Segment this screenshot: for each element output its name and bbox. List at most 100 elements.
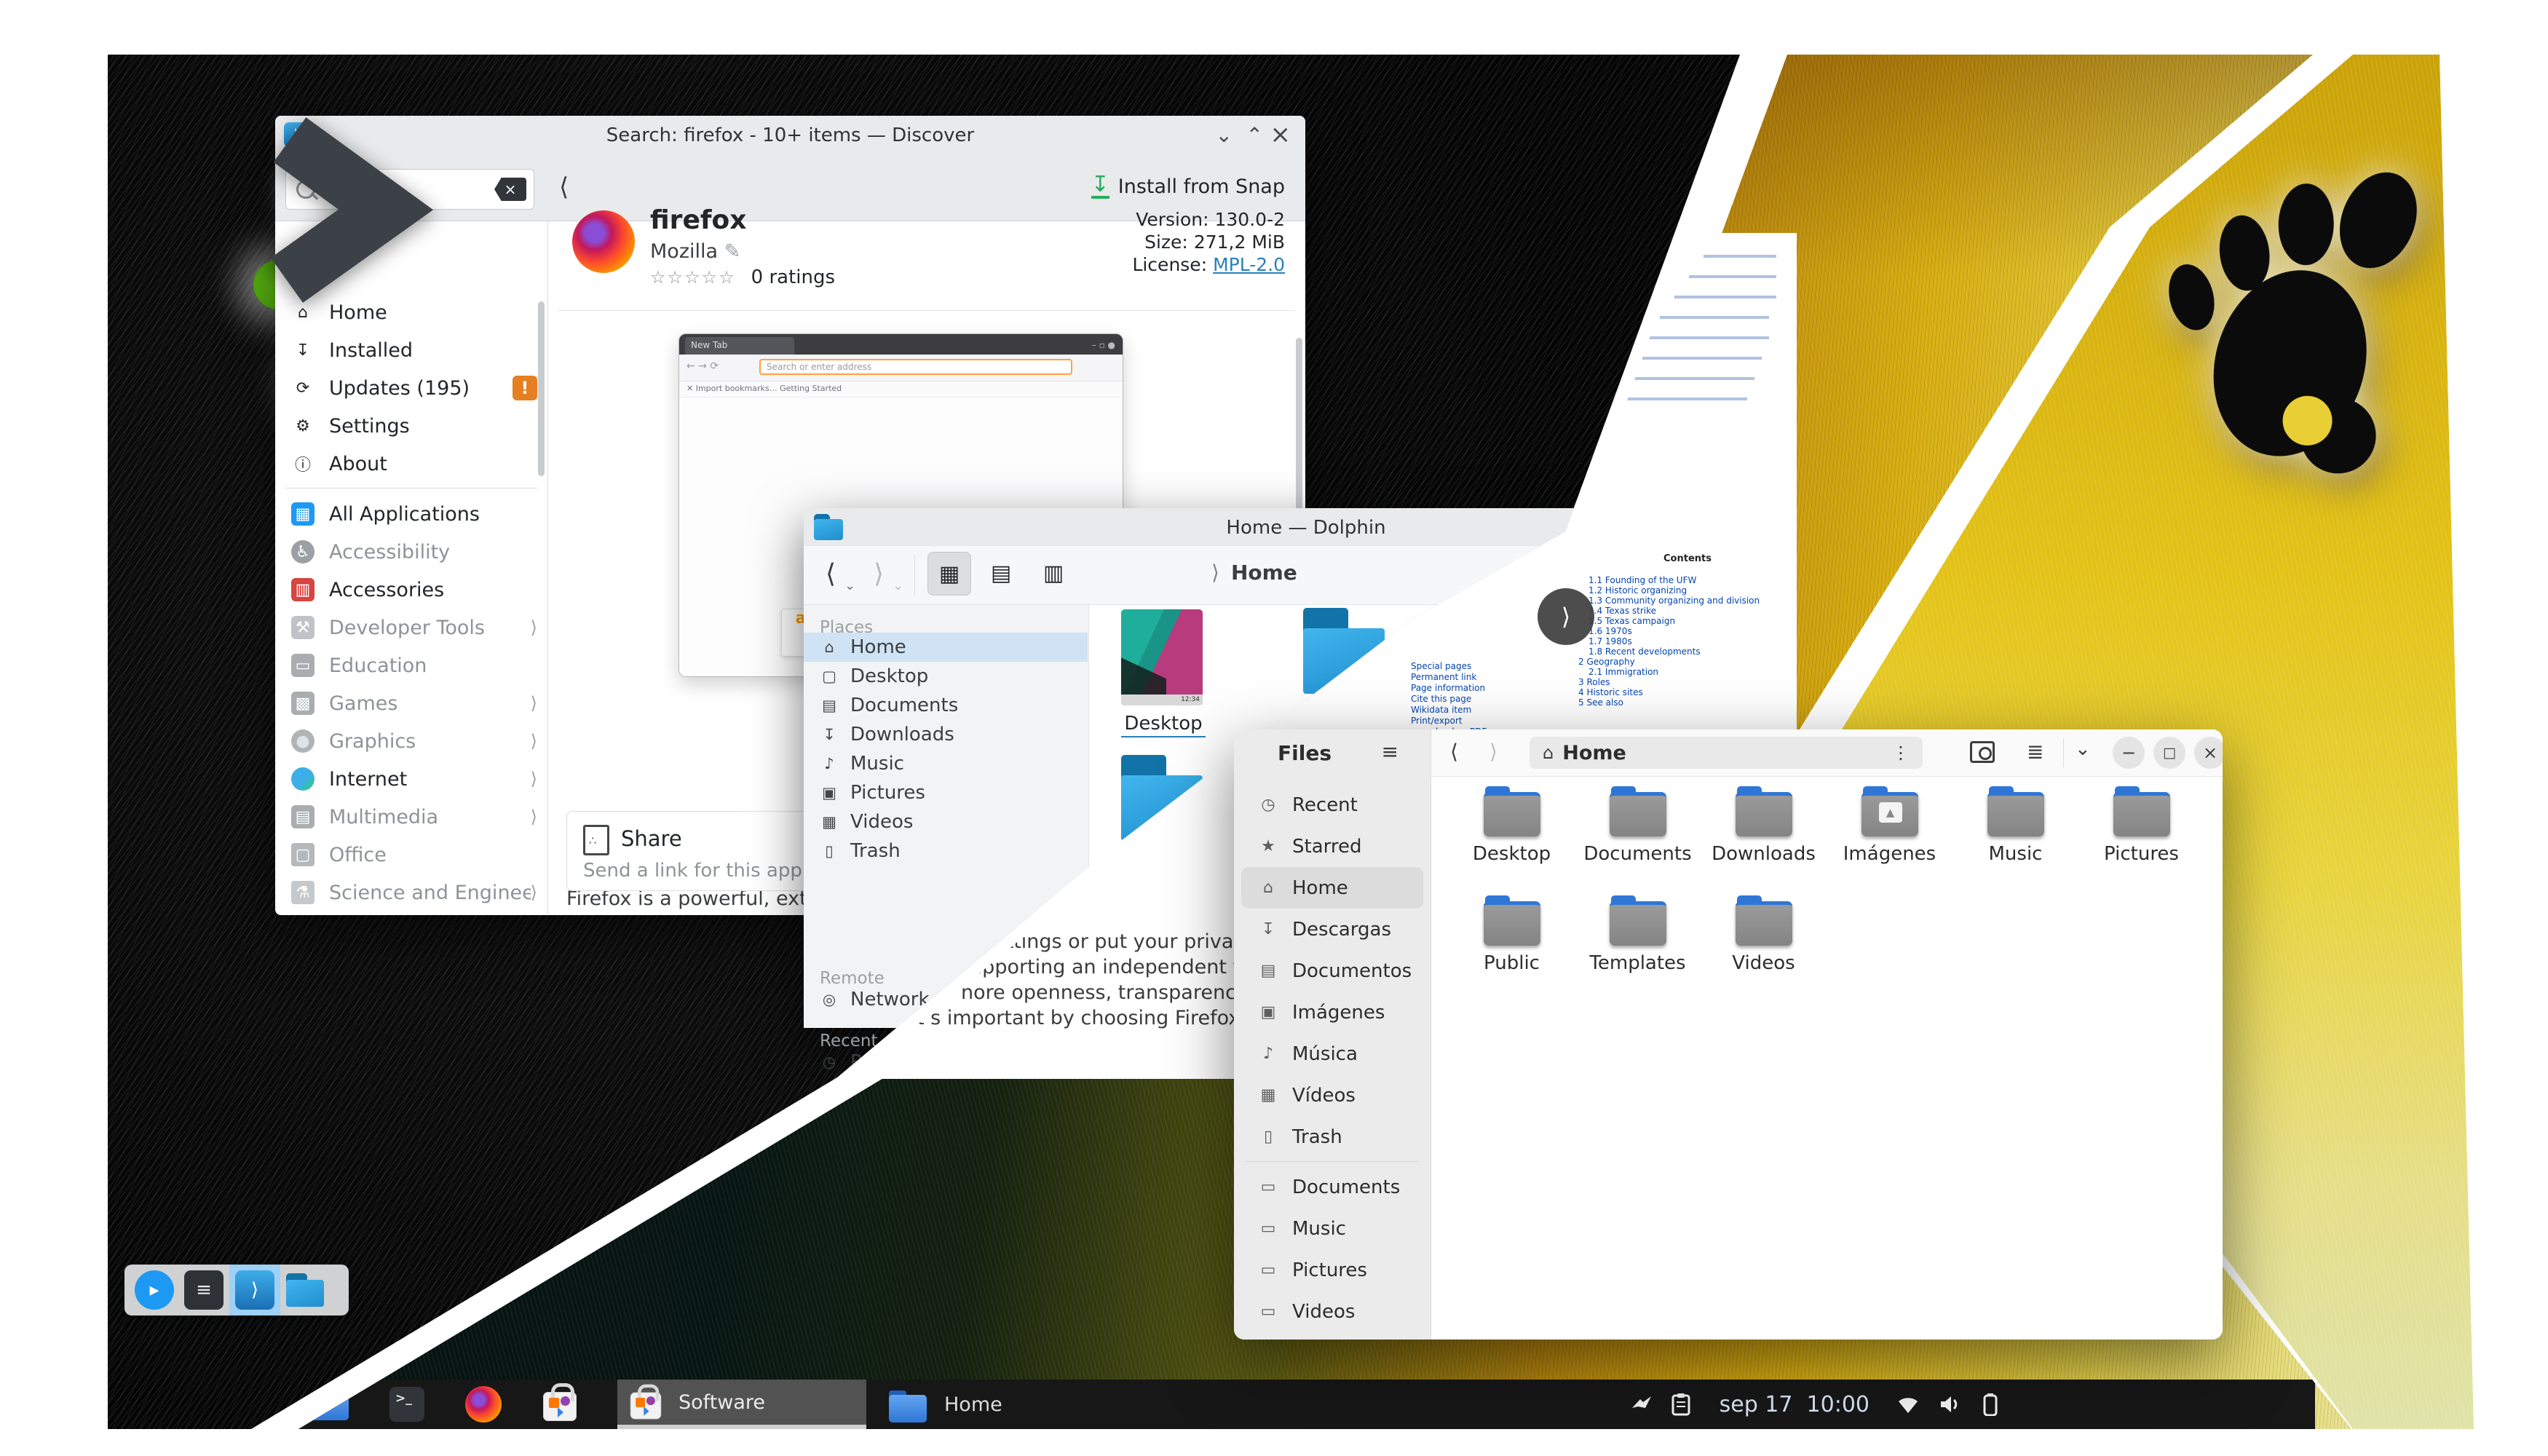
- discover-category-item[interactable]: ▩ Games ⟩: [275, 684, 547, 722]
- place-item[interactable]: ⌂ Home: [804, 633, 1088, 662]
- volume-icon[interactable]: [1939, 1394, 1964, 1415]
- install-from-snap-button[interactable]: ↧ Install from Snap: [1091, 174, 1285, 199]
- files-sidebar-item[interactable]: ▭ Videos: [1241, 1291, 1423, 1332]
- wiki-tool-link[interactable]: Print/export: [1411, 716, 1487, 727]
- address-bar[interactable]: Search or enter address: [759, 359, 1072, 375]
- app-rating[interactable]: ☆☆☆☆☆ 0 ratings: [650, 266, 835, 288]
- toc-item[interactable]: 1.4 Texas strike: [1578, 606, 1760, 616]
- toc-item[interactable]: 1.5 Texas campaign: [1578, 616, 1760, 626]
- discover-icon[interactable]: ⟩: [235, 1270, 274, 1310]
- folder-item[interactable]: Public: [1449, 895, 1575, 1005]
- notification-bird-icon[interactable]: [1631, 1395, 1653, 1414]
- task-home[interactable]: Home: [877, 1380, 1096, 1429]
- place-item[interactable]: ▣ Pictures: [804, 778, 1088, 807]
- discover-category-item[interactable]: ≡ System Settings: [275, 911, 547, 915]
- files-sidebar-item[interactable]: ⌂ Home: [1241, 867, 1423, 909]
- discover-nav-item[interactable]: ⟳ Updates (195) !: [275, 369, 547, 407]
- wifi-icon[interactable]: [1896, 1394, 1920, 1415]
- desktop-file-item[interactable]: 12:34 Desktop: [1121, 609, 1206, 737]
- files-sidebar-item[interactable]: ▭ Documents: [1241, 1166, 1423, 1208]
- place-item[interactable]: ↧ Downloads: [804, 720, 1088, 749]
- breadcrumb[interactable]: ⟩Home: [1211, 561, 1297, 585]
- discover-nav-item[interactable]: ↧ Installed: [275, 331, 547, 369]
- minimize-icon[interactable]: ⌄: [1216, 123, 1233, 147]
- discover-nav-item[interactable]: ⚙ Settings: [275, 407, 547, 445]
- discover-category-item[interactable]: ♿ Accessibility: [275, 533, 547, 571]
- wiki-tool-link[interactable]: Special pages: [1411, 661, 1487, 672]
- view-options-chevron-icon[interactable]: ⌄: [2075, 738, 2091, 760]
- forward-icon[interactable]: ⟩: [1489, 740, 1497, 764]
- folder-item[interactable]: Templates: [1575, 895, 1701, 1005]
- toc-item[interactable]: 1.6 1970s: [1578, 626, 1760, 636]
- active-task-software[interactable]: Software: [617, 1380, 866, 1429]
- back-icon[interactable]: ⟨: [826, 559, 836, 589]
- back-icon[interactable]: ⟨: [1450, 740, 1458, 764]
- discover-category-item[interactable]: ▦ All Applications: [275, 495, 547, 533]
- toc-item[interactable]: 1.2 Historic organizing: [1578, 585, 1760, 596]
- back-caret-icon[interactable]: ⌄: [844, 578, 855, 593]
- place-item[interactable]: ▦ Videos: [804, 807, 1088, 836]
- wiki-tool-link[interactable]: Permanent link: [1411, 672, 1487, 683]
- folder-item[interactable]: Documents: [1575, 786, 1701, 895]
- toc-item[interactable]: 3 Roles: [1578, 677, 1760, 687]
- place-item[interactable]: ♪ Music: [804, 749, 1088, 778]
- close-icon[interactable]: ×: [1270, 120, 1291, 149]
- discover-category-item[interactable]: ▤ Multimedia ⟩: [275, 798, 547, 836]
- forward-icon[interactable]: ⟩: [874, 559, 884, 589]
- path-bar[interactable]: ⌂ Home ⋮: [1530, 737, 1923, 769]
- folder-item[interactable]: Videos: [1701, 895, 1827, 1005]
- discover-category-item[interactable]: ▥ Accessories: [275, 571, 547, 609]
- compact-view-button[interactable]: ▤: [980, 552, 1022, 594]
- discover-category-item[interactable]: ⚒ Developer Tools ⟩: [275, 609, 547, 646]
- files-sidebar-item[interactable]: ▣ Imágenes: [1241, 992, 1423, 1033]
- folder-item[interactable]: Downloads: [1701, 786, 1827, 895]
- icons-view-button[interactable]: ▦: [927, 552, 971, 596]
- clipboard-icon[interactable]: [1671, 1393, 1690, 1416]
- toc-item[interactable]: 4 Historic sites: [1578, 687, 1760, 697]
- minimize-button[interactable]: −: [2113, 737, 2145, 769]
- toc-item[interactable]: 5 See also: [1578, 697, 1760, 708]
- folder-item[interactable]: Music: [1952, 786, 2078, 895]
- forward-caret-icon[interactable]: ⌄: [893, 578, 903, 593]
- carousel-next-button[interactable]: ⟩: [1538, 588, 1594, 645]
- place-item[interactable]: ▤ Documents: [804, 691, 1088, 720]
- files-sidebar-item[interactable]: ★ Starred: [1241, 826, 1423, 867]
- maximize-icon[interactable]: ⌃: [1246, 123, 1263, 147]
- files-sidebar-item[interactable]: ◷ Recent: [1241, 784, 1423, 826]
- system-settings-icon[interactable]: ≡: [184, 1270, 223, 1310]
- details-view-button[interactable]: ▥: [1032, 552, 1075, 594]
- maximize-button[interactable]: □: [2153, 737, 2185, 769]
- toc-item[interactable]: 1.8 Recent developments: [1578, 646, 1760, 657]
- taskbar-launcher[interactable]: [540, 1385, 579, 1424]
- discover-category-item[interactable]: ⚗ Science and Engineering ⟩: [275, 874, 547, 911]
- files-sidebar-item[interactable]: ▭ Music: [1241, 1208, 1423, 1249]
- clear-search-icon[interactable]: ×: [494, 178, 526, 201]
- files-sidebar-item[interactable]: ↧ Descargas: [1241, 909, 1423, 950]
- folder-item[interactable]: Pictures: [2078, 786, 2204, 895]
- folder-item[interactable]: Desktop: [1449, 786, 1575, 895]
- wiki-tool-link[interactable]: Page information: [1411, 683, 1487, 694]
- place-item[interactable]: ▢ Desktop: [804, 662, 1088, 691]
- discover-category-item[interactable]: Internet ⟩: [275, 760, 547, 798]
- toc-item[interactable]: 1.1 Founding of the UFW: [1578, 575, 1760, 585]
- taskbar-launcher[interactable]: >_: [387, 1385, 427, 1424]
- taskbar-launcher[interactable]: [464, 1385, 503, 1424]
- toc-item[interactable]: 1.7 1980s: [1578, 636, 1760, 646]
- hamburger-menu-icon[interactable]: ≡: [1382, 740, 1398, 764]
- clock[interactable]: sep 17 10:00: [1720, 1392, 1870, 1417]
- files-sidebar-item[interactable]: ▤ Documentos: [1241, 950, 1423, 992]
- discover-category-item[interactable]: ▭ Education: [275, 646, 547, 684]
- wiki-tool-link[interactable]: Cite this page: [1411, 694, 1487, 705]
- sidebar-scrollbar[interactable]: [538, 301, 545, 476]
- wiki-tool-link[interactable]: Wikidata item: [1411, 705, 1487, 716]
- toc-item[interactable]: 2.1 Immigration: [1578, 667, 1760, 677]
- back-button[interactable]: ⟨: [559, 173, 569, 202]
- kebab-menu-icon[interactable]: ⋮: [1892, 743, 1910, 763]
- list-view-toggle-icon[interactable]: ≣: [2027, 740, 2043, 764]
- toc-item[interactable]: 2 Geography: [1578, 657, 1760, 667]
- files-sidebar-item[interactable]: ▦ Vídeos: [1241, 1075, 1423, 1116]
- files-sidebar-item[interactable]: ▯ Trash: [1241, 1116, 1423, 1158]
- discover-category-item[interactable]: ● Graphics ⟩: [275, 722, 547, 760]
- files-sidebar-item[interactable]: ▭ Pictures: [1241, 1249, 1423, 1291]
- close-button[interactable]: ×: [2194, 737, 2223, 769]
